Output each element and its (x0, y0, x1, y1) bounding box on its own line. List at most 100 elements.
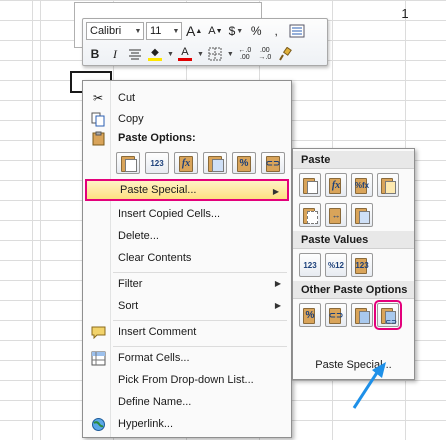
linked-picture-icon[interactable]: ⊂⊃ (374, 300, 402, 330)
shrink-font-icon: A (208, 25, 216, 37)
align-center-button[interactable] (126, 45, 144, 63)
bold-icon: B (90, 47, 100, 61)
paste-icon[interactable] (299, 173, 321, 197)
menu-item-label: Pick From Drop-down List... (118, 374, 254, 386)
values-number-formatting-icon[interactable]: %12 (325, 253, 347, 277)
menu-item-define-name[interactable]: Define Name... (85, 391, 289, 413)
chevron-down-icon: ▼ (172, 27, 180, 35)
mini-toolbar: Calibri ▼ 11 ▼ A ▲ A ▼ $ ▼ % , B I ◆ ▼ A ▼ (82, 18, 328, 66)
paste-options-header: Paste Options: (85, 127, 289, 149)
menu-item-label: Sort (118, 300, 139, 312)
comma-button[interactable]: , (267, 22, 285, 40)
font-color-button[interactable]: A (176, 45, 194, 63)
menu-item-label: Paste Special... (120, 184, 197, 196)
scissors-icon: ✂ (92, 91, 104, 105)
borders-button[interactable] (206, 45, 224, 63)
italic-icon: I (113, 46, 117, 61)
globe-icon (90, 416, 106, 432)
submenu-section-other: Other Paste Options (293, 281, 414, 299)
transpose-icon[interactable] (351, 203, 373, 227)
chevron-down-icon[interactable]: ▼ (197, 51, 204, 58)
menu-item-label: Format Cells... (118, 352, 190, 364)
submenu-section-paste-values: Paste Values (293, 231, 414, 249)
values-icon[interactable]: 123 (299, 253, 321, 277)
clipboard-icon (90, 130, 106, 146)
keep-column-widths-icon[interactable]: ↔ (325, 203, 347, 227)
context-menu: ✂ Cut Copy Paste Options: 123 fx % ⊂⊃ Pa… (82, 80, 292, 438)
menu-item-insert-comment[interactable]: Insert Comment (85, 321, 289, 343)
menu-item-label: Hyperlink... (118, 418, 174, 430)
grow-font-button[interactable]: A ▲ (184, 22, 204, 40)
menu-item-sort[interactable]: Sort ▶ (85, 295, 289, 317)
paste-link-icon[interactable]: ⊂⊃ (261, 152, 285, 174)
paste-icon[interactable] (116, 152, 140, 174)
menu-item-hyperlink[interactable]: Hyperlink... (85, 413, 289, 435)
menu-item-delete[interactable]: Delete... (85, 225, 289, 247)
submenu-section-paste: Paste (293, 151, 414, 169)
other-paste-row: % ⊂⊃ ⊂⊃ (299, 300, 402, 330)
paint-bucket-icon: ◆ (151, 46, 159, 58)
percent-icon: % (250, 24, 262, 38)
paste-special-submenu: Paste fx %fx ↔ Paste Values 123 %12 123 … (292, 148, 415, 380)
submenu-arrow-icon: ▶ (274, 301, 281, 310)
font-name-dropdown[interactable]: Calibri ▼ (86, 22, 144, 40)
font-size: 11 (150, 25, 162, 37)
values-source-formatting-icon[interactable]: 123 (351, 253, 373, 277)
picture-icon[interactable] (351, 303, 373, 327)
keep-source-formatting-icon[interactable] (377, 173, 399, 197)
decrease-decimal-button[interactable]: .00 →.0 (256, 45, 274, 63)
paste-icon-row-1: fx %fx (299, 173, 399, 197)
paintbrush-icon (278, 47, 292, 61)
bold-button[interactable]: B (86, 45, 104, 63)
transpose-icon[interactable] (203, 152, 227, 174)
formulas-number-formatting-icon[interactable]: %fx (351, 173, 373, 197)
paste-link-icon[interactable]: ⊂⊃ (325, 303, 347, 327)
font-color-icon: A (181, 46, 189, 58)
chevron-down-icon[interactable]: ▼ (227, 51, 234, 58)
paste-icon-row-2: ↔ (299, 203, 373, 227)
menu-item-filter[interactable]: Filter ▶ (85, 273, 289, 295)
format-painter-button[interactable] (276, 45, 294, 63)
fill-color-button[interactable]: ◆ (146, 45, 164, 63)
paste-formulas-icon[interactable]: fx (174, 152, 198, 174)
paste-formatting-icon[interactable]: % (232, 152, 256, 174)
decrease-decimal-icon: .00 (259, 47, 270, 54)
paste-formulas-icon[interactable]: fx (325, 173, 347, 197)
paste-values-icon[interactable]: 123 (145, 152, 169, 174)
paste-options-icons: 123 fx % ⊂⊃ (116, 152, 285, 174)
grow-font-icon: A (186, 23, 196, 39)
menu-item-cut[interactable]: ✂ Cut (85, 87, 289, 109)
menu-item-label: Insert Comment (118, 326, 197, 338)
format-painter-icon[interactable] (287, 22, 307, 40)
menu-item-pick-dropdown[interactable]: Pick From Drop-down List... (85, 369, 289, 391)
menu-item-insert-copied-cells[interactable]: Insert Copied Cells... (85, 203, 289, 225)
submenu-arrow-icon: ▶ (274, 279, 281, 288)
menu-item-label: Paste Options: (118, 132, 196, 144)
font-size-dropdown[interactable]: 11 ▼ (146, 22, 182, 40)
fill-color-swatch (148, 57, 162, 61)
italic-button[interactable]: I (106, 45, 124, 63)
menu-item-label: Clear Contents (118, 252, 192, 264)
font-color-swatch (177, 58, 192, 61)
format-cells-icon (90, 350, 106, 366)
menu-item-label: Cut (118, 92, 136, 104)
currency-button[interactable]: $ ▼ (227, 22, 246, 40)
menu-item-clear-contents[interactable]: Clear Contents (85, 247, 289, 269)
chevron-down-icon[interactable]: ▼ (167, 51, 174, 58)
percent-button[interactable]: % (247, 22, 265, 40)
chevron-down-icon: ▼ (236, 27, 244, 35)
toolbar-row-1: Calibri ▼ 11 ▼ A ▲ A ▼ $ ▼ % , (86, 21, 307, 41)
menu-item-paste-special[interactable]: Paste Special... ▶ (85, 179, 289, 201)
comma-icon: , (274, 24, 278, 38)
formatting-icon[interactable]: % (299, 303, 321, 327)
menu-item-format-cells[interactable]: Format Cells... (85, 347, 289, 369)
comment-icon (90, 324, 106, 340)
toolbar-row-2: B I ◆ ▼ A ▼ ▼ ←.0.00 .00 →.0 (86, 44, 294, 64)
shrink-font-button[interactable]: A ▼ (206, 22, 224, 40)
currency-icon: $ (228, 24, 236, 38)
cell-value: 1 (401, 6, 409, 21)
paste-values-row: 123 %12 123 (299, 253, 373, 277)
no-borders-icon[interactable] (299, 203, 321, 227)
align-center-icon (129, 49, 141, 60)
increase-decimal-button[interactable]: ←.0.00 (236, 45, 254, 63)
